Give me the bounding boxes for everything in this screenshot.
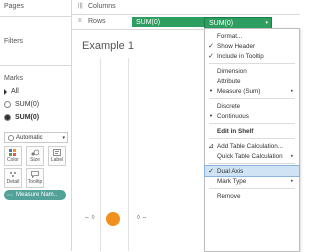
marks-card-sum-1[interactable]: SUM(0) <box>4 101 39 108</box>
view-title: Example 1 <box>82 40 134 52</box>
menu-item-label: Format... <box>217 32 243 40</box>
detail-tile-label: Detail <box>6 179 20 185</box>
marks-card-radio-icon <box>4 114 11 121</box>
menu-item-add-table-calc[interactable]: ⊿ Add Table Calculation... <box>205 141 299 151</box>
menu-separator <box>209 123 295 124</box>
row-pill-label: SUM(0) <box>209 19 234 27</box>
left-panel: Pages Filters Marks All SUM(0) SUM(0) Au… <box>0 0 72 251</box>
axis-line <box>100 58 101 251</box>
columns-label: Columns <box>88 3 116 10</box>
rows-icon: ≡ <box>78 18 82 24</box>
bullet-icon: • <box>209 87 213 95</box>
text-label-icon <box>53 149 61 156</box>
menu-item-label: Dimension <box>217 67 247 75</box>
menu-separator <box>209 98 295 99</box>
menu-item-attribute[interactable]: Attribute <box>205 76 299 86</box>
measure-names-pill[interactable]: ⋯ Measure Nam.. <box>4 190 66 200</box>
menu-item-label: Dual Axis <box>217 167 244 175</box>
check-icon: ✓ <box>208 168 214 175</box>
sort-icon[interactable]: ⇔ ◊ <box>84 215 95 221</box>
rows-label: Rows <box>88 18 106 25</box>
columns-icon: ||| <box>78 3 83 9</box>
menu-item-label: Discrete <box>217 102 241 110</box>
color-icon <box>9 149 16 156</box>
divider <box>0 16 71 18</box>
menu-separator <box>209 63 295 64</box>
menu-item-format[interactable]: Format... <box>205 31 299 41</box>
submenu-arrow-icon: ▸ <box>291 88 294 94</box>
check-icon: ✓ <box>208 53 214 60</box>
tooltip-icon <box>31 171 39 178</box>
color-tile-label: Color <box>7 157 19 163</box>
menu-item-label: Remove <box>217 192 241 200</box>
check-icon: ✓ <box>208 43 214 50</box>
measure-names-label: Measure Nam.. <box>16 192 58 198</box>
marks-tiles-row-2: Detail Tooltip <box>4 168 68 188</box>
menu-item-remove[interactable]: Remove <box>205 191 299 201</box>
collapse-arrow-icon <box>4 88 7 95</box>
menu-item-show-header[interactable]: ✓ Show Header <box>205 41 299 51</box>
columns-shelf[interactable]: ||| Columns <box>72 0 300 15</box>
size-tile[interactable]: Size <box>26 146 44 166</box>
menu-separator <box>209 163 295 164</box>
menu-item-label: Quick Table Calculation <box>217 152 283 160</box>
menu-item-mark-type[interactable]: Mark Type ▸ <box>205 176 299 186</box>
label-tile[interactable]: Label <box>48 146 66 166</box>
menu-item-edit-in-shelf[interactable]: Edit in Shelf <box>205 126 299 136</box>
bullet-icon: • <box>209 112 213 120</box>
menu-item-label: Continuous <box>217 112 249 120</box>
menu-item-label: Measure (Sum) <box>217 87 261 95</box>
menu-item-label: Edit in Shelf <box>217 127 254 135</box>
row-pill-sum-1[interactable]: SUM(0) <box>132 17 204 27</box>
menu-item-continuous[interactable]: • Continuous <box>205 111 299 121</box>
filters-title: Filters <box>4 38 24 45</box>
tooltip-tile[interactable]: Tooltip <box>26 168 44 188</box>
submenu-arrow-icon: ▸ <box>291 153 294 159</box>
detail-tile[interactable]: Detail <box>4 168 22 188</box>
menu-separator <box>209 188 295 189</box>
sort-icon[interactable]: ◊ ⇔ <box>137 215 148 221</box>
menu-separator <box>209 138 295 139</box>
menu-item-dimension[interactable]: Dimension <box>205 66 299 76</box>
pill-context-menu: Format... ✓ Show Header ✓ Include in Too… <box>204 28 300 252</box>
table-calc-icon: ⊿ <box>208 143 214 150</box>
marks-card-label: All <box>11 88 19 95</box>
size-icon <box>31 149 39 156</box>
menu-item-include-tooltip[interactable]: ✓ Include in Tooltip <box>205 51 299 61</box>
mark-type-value: Automatic <box>16 134 43 141</box>
marks-tiles-row-1: Color Size Label <box>4 146 68 166</box>
detail-icon <box>10 172 16 177</box>
color-tile[interactable]: Color <box>4 146 22 166</box>
axis-line <box>128 58 129 251</box>
marks-card-all[interactable]: All <box>4 88 19 95</box>
label-tile-label: Label <box>50 157 64 163</box>
menu-item-label: Attribute <box>217 77 241 85</box>
mark-type-icon <box>8 134 14 141</box>
detail-icon: ⋯ <box>7 192 13 199</box>
circle-mark[interactable] <box>106 212 120 226</box>
view-area: Example 1 ⇔ ◊ ◊ ⇔ <box>72 30 204 251</box>
menu-item-dual-axis[interactable]: ✓ Dual Axis <box>204 165 300 177</box>
mark-type-dropdown[interactable]: Automatic ▾ <box>4 132 68 143</box>
chevron-down-icon: ▾ <box>62 134 65 141</box>
chevron-down-icon: ▾ <box>265 20 268 26</box>
menu-item-label: Show Header <box>217 42 256 50</box>
size-tile-label: Size <box>30 157 40 163</box>
pages-title: Pages <box>4 3 24 10</box>
tooltip-tile-label: Tooltip <box>27 179 43 185</box>
divider <box>0 65 71 67</box>
submenu-arrow-icon: ▸ <box>291 178 294 184</box>
marks-title: Marks <box>4 75 24 82</box>
menu-item-label: Include in Tooltip <box>217 52 264 60</box>
menu-item-label: Add Table Calculation... <box>217 142 284 150</box>
row-pill-label: SUM(0) <box>136 18 161 26</box>
marks-card-radio-icon <box>4 101 11 108</box>
menu-item-quick-table-calc[interactable]: Quick Table Calculation ▸ <box>205 151 299 161</box>
menu-item-label: Mark Type <box>217 177 247 185</box>
marks-card-label: SUM(0) <box>15 114 40 121</box>
marks-card-label: SUM(0) <box>15 101 40 108</box>
menu-item-discrete[interactable]: Discrete <box>205 101 299 111</box>
menu-item-measure-sum[interactable]: • Measure (Sum) ▸ <box>205 86 299 96</box>
marks-card-sum-2[interactable]: SUM(0) <box>4 114 39 121</box>
